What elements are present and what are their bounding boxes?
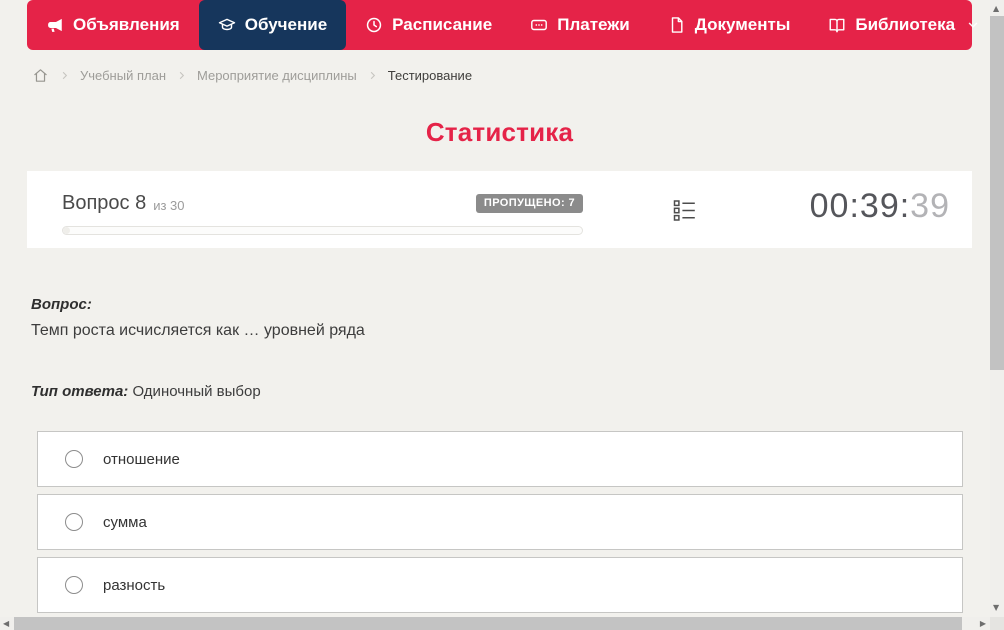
question-number: Вопрос 8	[62, 192, 147, 214]
nav-item-library[interactable]: Библиотека	[809, 0, 999, 50]
nav-item-schedule[interactable]: Расписание	[346, 0, 511, 50]
answer-option[interactable]: отношение	[37, 431, 963, 487]
nav-item-label: Библиотека	[855, 15, 956, 34]
book-icon	[828, 16, 846, 34]
answer-option[interactable]: разность	[37, 557, 963, 613]
question-total: из 30	[153, 198, 185, 213]
nav-item-label: Платежи	[557, 15, 630, 34]
document-icon	[668, 16, 686, 34]
progress-bar-fill	[63, 227, 70, 234]
question-list-button[interactable]	[671, 197, 698, 224]
answer-options: отношение сумма разность	[37, 431, 963, 613]
horizontal-scrollbar-thumb[interactable]	[14, 617, 962, 630]
timer: 00:39:39	[810, 187, 950, 226]
nav-item-announcements[interactable]: Объявления	[27, 0, 199, 50]
question-body: Вопрос: Темп роста исчисляется как … уро…	[27, 296, 972, 400]
nav-item-label: Документы	[694, 15, 791, 34]
clock-icon	[365, 16, 383, 34]
timer-hours-minutes: 00:39:	[809, 187, 911, 225]
chevron-down-icon	[964, 18, 980, 32]
nav-item-label: Обучение	[244, 15, 328, 34]
question-status-card: Вопрос 8 из 30 ПРОПУЩЕНО: 7 00:39:39	[27, 171, 972, 248]
scrollbar-corner	[990, 617, 1004, 630]
home-icon[interactable]	[32, 67, 49, 84]
vertical-scrollbar-thumb[interactable]	[990, 16, 1004, 370]
answer-option[interactable]: сумма	[37, 494, 963, 550]
skipped-badge: ПРОПУЩЕНО: 7	[475, 194, 583, 213]
radio-button[interactable]	[65, 450, 83, 468]
nav-item-label: Объявления	[73, 15, 180, 34]
page-title: Статистика	[425, 117, 574, 147]
breadcrumb-separator-icon	[179, 71, 185, 79]
breadcrumb: Учебный план Мероприятие дисциплины Тест…	[27, 62, 972, 88]
answer-option-label: сумма	[103, 513, 147, 531]
nav-item-education[interactable]: Обучение	[198, 0, 347, 50]
answer-option-label: разность	[103, 576, 166, 594]
megaphone-icon	[46, 16, 64, 34]
nav-item-documents[interactable]: Документы	[649, 0, 810, 50]
answer-type-label: Тип ответа:	[31, 383, 129, 400]
main-content: Объявления Обучение Расписание Платежи Д…	[27, 0, 978, 620]
breadcrumb-item-testing: Тестирование	[387, 67, 473, 83]
horizontal-scrollbar[interactable]: ◀ ▶	[0, 617, 990, 630]
answer-type-value: Одиночный выбор	[132, 383, 261, 400]
timer-seconds: 39	[910, 187, 950, 225]
breadcrumb-item-discipline-event[interactable]: Мероприятие дисциплины	[197, 68, 357, 83]
progress-bar	[62, 226, 583, 235]
breadcrumb-separator-icon	[62, 71, 68, 79]
question-text: Темп роста исчисляется как … уровней ряд…	[31, 322, 365, 339]
scroll-down-arrow-icon[interactable]: ▼	[993, 604, 999, 612]
nav-item-label: Расписание	[392, 15, 493, 34]
question-heading: Вопрос:	[31, 296, 92, 313]
breadcrumb-separator-icon	[370, 71, 375, 79]
radio-button[interactable]	[65, 576, 83, 594]
breadcrumb-item-curriculum[interactable]: Учебный план	[80, 68, 166, 83]
scroll-left-arrow-icon[interactable]: ◀	[3, 620, 9, 628]
vertical-scrollbar[interactable]: ▲ ▼	[990, 0, 1004, 617]
graduation-cap-icon	[218, 16, 236, 34]
list-icon	[673, 200, 695, 221]
nav-item-payments[interactable]: Платежи	[511, 0, 649, 50]
scroll-up-arrow-icon[interactable]: ▲	[993, 5, 999, 13]
payments-icon	[530, 16, 548, 34]
radio-button[interactable]	[65, 513, 83, 531]
main-nav: Объявления Обучение Расписание Платежи Д…	[27, 0, 978, 50]
answer-option-label: отношение	[103, 450, 180, 468]
scroll-right-arrow-icon[interactable]: ▶	[980, 620, 986, 628]
question-progress-block: Вопрос 8 из 30 ПРОПУЩЕНО: 7	[62, 171, 583, 235]
